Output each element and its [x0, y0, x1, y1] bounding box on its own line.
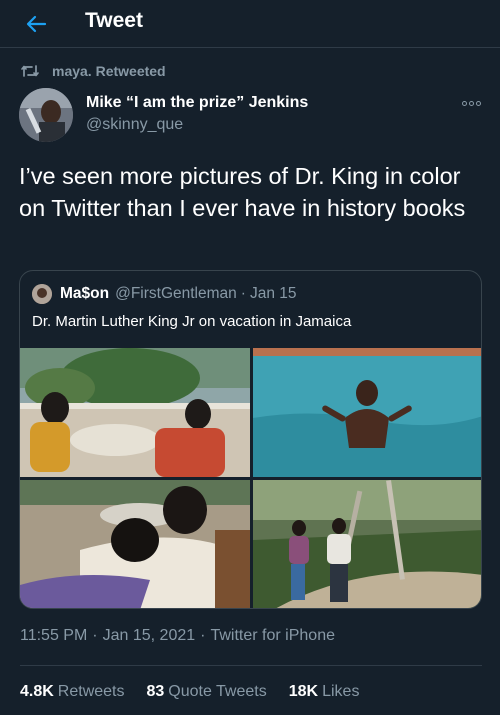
retweet-context[interactable]: maya. Retweeted	[20, 61, 166, 81]
top-bar: Tweet	[0, 0, 500, 48]
likes-label: Likes	[322, 683, 360, 700]
tweet-meta: 11:55 PM · Jan 15, 2021 · Twitter for iPhone	[20, 627, 335, 645]
quoted-tweet-card[interactable]: Ma$on @FirstGentleman · Jan 15 Dr. Marti…	[19, 270, 482, 609]
quoted-tweet-header: Ma$on @FirstGentleman · Jan 15	[32, 283, 297, 305]
more-icon-dot	[468, 100, 474, 106]
photo-4[interactable]	[253, 480, 481, 608]
photo-2[interactable]	[253, 348, 481, 477]
meta-separator: ·	[200, 627, 206, 644]
divider	[20, 665, 482, 666]
more-options-button[interactable]	[458, 96, 484, 110]
page-title: Tweet	[85, 9, 143, 32]
avatar[interactable]	[19, 88, 73, 142]
tweet-text: I’ve seen more pictures of Dr. King in c…	[19, 163, 466, 221]
tweet-date[interactable]: Jan 15, 2021	[103, 627, 196, 644]
likes-count: 18K	[288, 683, 319, 700]
author-name[interactable]: Mike “I am the prize” Jenkins	[86, 94, 308, 112]
quoted-separator: ·	[240, 285, 246, 302]
arrow-left-icon	[26, 15, 47, 33]
quoted-author-name: Ma$on	[60, 285, 110, 302]
likes-stat[interactable]: 18K Likes	[289, 683, 360, 701]
photo-1[interactable]	[20, 348, 250, 477]
quote-tweets-label: Quote Tweets	[168, 683, 267, 700]
retweets-label: Retweets	[57, 683, 125, 700]
meta-separator: ·	[92, 627, 98, 644]
tweet-stats: 4.8K Retweets 83 Quote Tweets 18K Likes	[20, 683, 359, 701]
quoted-date: Jan 15	[249, 285, 297, 302]
tweet-time[interactable]: 11:55 PM	[20, 627, 87, 644]
quote-tweets-count: 83	[146, 683, 165, 700]
retweet-icon	[21, 65, 39, 77]
quoted-author-handle: @FirstGentleman	[115, 285, 237, 302]
quoted-tweet-text: Dr. Martin Luther King Jr on vacation in…	[32, 313, 352, 330]
retweets-count: 4.8K	[20, 683, 54, 700]
retweet-label: maya. Retweeted	[52, 63, 166, 79]
author-handle[interactable]: @skinny_que	[86, 116, 183, 134]
avatar-image	[19, 88, 73, 142]
quoted-avatar[interactable]	[32, 284, 52, 304]
back-button[interactable]	[20, 8, 52, 40]
tweet-source[interactable]: Twitter for iPhone	[210, 627, 335, 644]
more-icon-dot	[475, 100, 481, 106]
quote-tweets-stat[interactable]: 83 Quote Tweets	[147, 683, 267, 701]
more-icon	[461, 100, 467, 106]
retweets-stat[interactable]: 4.8K Retweets	[20, 683, 125, 701]
photo-3[interactable]	[20, 480, 250, 608]
